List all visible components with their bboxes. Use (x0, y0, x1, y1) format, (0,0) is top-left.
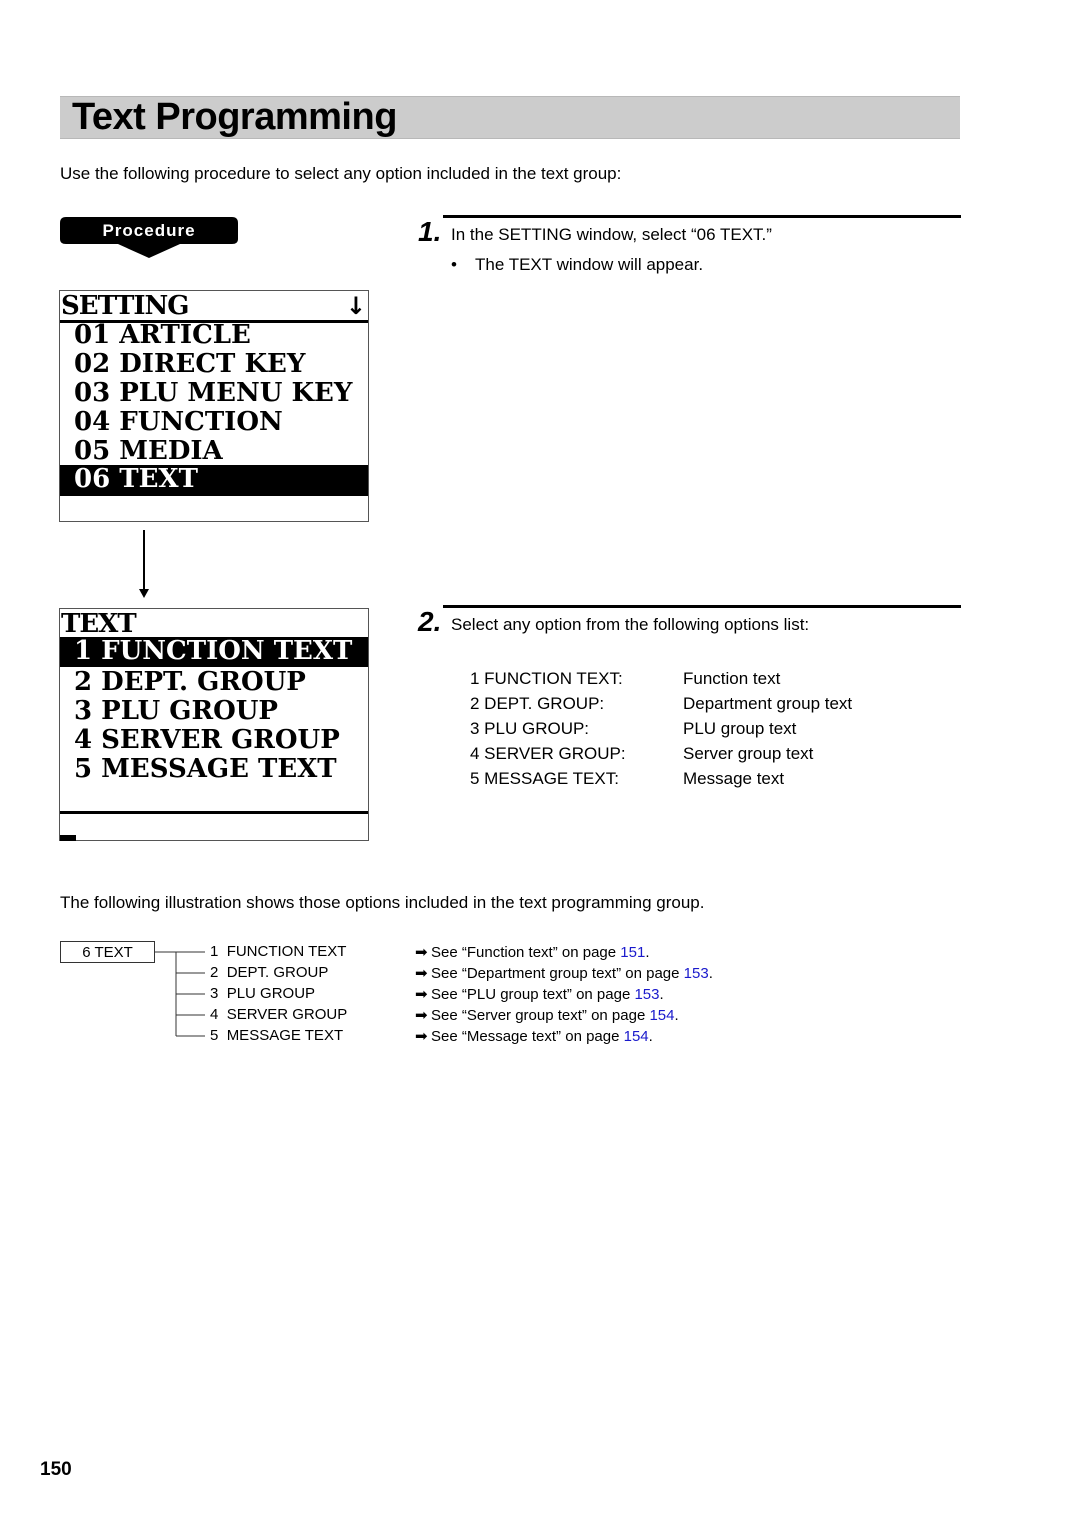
options-list: 1 FUNCTION TEXT: Function text 2 DEPT. G… (470, 669, 950, 799)
reference-plu-group: ➡ See “PLU group text” on page 153. (415, 985, 664, 1003)
tree-item-num: 5 (210, 1027, 219, 1044)
page-link[interactable]: 153 (634, 986, 659, 1003)
setting-item-article[interactable]: 01 ARTICLE (60, 321, 368, 350)
tree-item-server-group: 4 SERVER GROUP (210, 1006, 347, 1023)
reference-suffix: . (645, 944, 650, 961)
tree-item-num: 3 (210, 985, 219, 1002)
setting-item-direct-key[interactable]: 02 DIRECT KEY (60, 350, 368, 379)
tree-root: 6 TEXT (60, 941, 155, 963)
tree-item-num: 1 (210, 943, 219, 960)
option-desc: Department group text (683, 694, 853, 713)
option-desc: PLU group text (683, 719, 797, 738)
step1-text: In the SETTING window, select “06 TEXT.” (451, 225, 772, 244)
page-title: Text Programming (72, 96, 397, 138)
right-arrow-icon: ➡ (415, 944, 428, 961)
tree-item-label: PLU GROUP (226, 985, 316, 1002)
option-key: 2 DEPT. GROUP: (470, 694, 605, 713)
step1-bullet: • (451, 255, 457, 274)
page-link[interactable]: 154 (649, 1007, 674, 1024)
setting-item-plu-menu-key[interactable]: 03 PLU MENU KEY (60, 379, 368, 408)
reference-message-text: ➡ See “Message text” on page 154. (415, 1027, 653, 1045)
step2-rule (443, 605, 961, 608)
text-item-message-text[interactable]: 5 MESSAGE TEXT (60, 755, 368, 784)
setting-item-text[interactable]: 06 TEXT (60, 465, 368, 496)
setting-screen: SETTING ↓ 01 ARTICLE 02 DIRECT KEY 03 PL… (59, 290, 369, 522)
reference-server-group: ➡ See “Server group text” on page 154. (415, 1006, 679, 1024)
tree-connector-lines (155, 951, 205, 1037)
input-line-divider (60, 811, 368, 814)
reference-text: See “Department group text” on page (431, 965, 684, 982)
reference-suffix: . (708, 965, 713, 982)
down-arrow-icon: ↓ (345, 292, 366, 320)
tree-item-plu-group: 3 PLU GROUP (210, 985, 315, 1002)
option-key: 5 MESSAGE TEXT: (470, 769, 619, 788)
procedure-badge: Procedure (60, 217, 238, 259)
step2-text: Select any option from the following opt… (451, 615, 810, 634)
tree-item-num: 2 (210, 964, 219, 981)
tree-item-label: FUNCTION TEXT (226, 943, 347, 960)
reference-text: See “Server group text” on page (431, 1007, 650, 1024)
option-desc: Message text (683, 769, 785, 788)
reference-suffix: . (659, 986, 664, 1003)
reference-text: See “Message text” on page (431, 1028, 624, 1045)
text-item-server-group[interactable]: 4 SERVER GROUP (60, 726, 368, 755)
cursor-block (60, 835, 76, 841)
reference-text: See “PLU group text” on page (431, 986, 635, 1003)
right-arrow-icon: ➡ (415, 1007, 428, 1024)
right-arrow-icon: ➡ (415, 965, 428, 982)
setting-item-function[interactable]: 04 FUNCTION (60, 408, 368, 437)
option-key: 3 PLU GROUP: (470, 719, 590, 738)
reference-dept-group: ➡ See “Department group text” on page 153… (415, 964, 713, 982)
reference-suffix: . (674, 1007, 679, 1024)
option-desc: Server group text (683, 744, 814, 763)
page-link[interactable]: 154 (624, 1028, 649, 1045)
text-item-dept-group[interactable]: 2 DEPT. GROUP (60, 668, 368, 697)
title-bar: Text Programming (60, 96, 960, 139)
setting-title-text: SETTING (61, 291, 189, 321)
tree-item-label: MESSAGE TEXT (226, 1027, 344, 1044)
flow-down-arrow-icon (139, 530, 149, 598)
step1-number: 1. (418, 216, 442, 247)
reference-suffix: . (648, 1028, 653, 1045)
intro-text: Use the following procedure to select an… (60, 164, 622, 183)
right-arrow-icon: ➡ (415, 986, 428, 1003)
page-link[interactable]: 151 (620, 944, 645, 961)
text-screen-title: TEXT (60, 609, 368, 639)
tree-item-label: DEPT. GROUP (226, 964, 329, 981)
tree-item-num: 4 (210, 1006, 219, 1023)
reference-text: See “Function text” on page (431, 944, 621, 961)
right-arrow-icon: ➡ (415, 1028, 428, 1045)
tree-item-function-text: 1 FUNCTION TEXT (210, 943, 346, 960)
text-title-text: TEXT (61, 609, 137, 639)
page-link[interactable]: 153 (684, 965, 709, 982)
page-number: 150 (40, 1459, 72, 1480)
text-item-plu-group[interactable]: 3 PLU GROUP (60, 697, 368, 726)
illustration-text: The following illustration shows those o… (60, 893, 705, 912)
tree-item-message-text: 5 MESSAGE TEXT (210, 1027, 343, 1044)
setting-item-media[interactable]: 05 MEDIA (60, 437, 368, 466)
option-key: 4 SERVER GROUP: (470, 744, 626, 763)
tree-item-dept-group: 2 DEPT. GROUP (210, 964, 328, 981)
option-key: 1 FUNCTION TEXT: (470, 669, 623, 688)
setting-screen-title: SETTING ↓ (60, 291, 368, 323)
text-screen: TEXT 1 FUNCTION TEXT 2 DEPT. GROUP 3 PLU… (59, 608, 369, 841)
procedure-label: Procedure (102, 221, 196, 240)
step1-rule (443, 215, 961, 218)
text-item-function-text[interactable]: 1 FUNCTION TEXT (60, 637, 368, 667)
reference-function-text: ➡ See “Function text” on page 151. (415, 943, 649, 961)
option-desc: Function text (683, 669, 781, 688)
step2-number: 2. (418, 606, 442, 637)
tree-item-label: SERVER GROUP (226, 1006, 348, 1023)
step1-note: The TEXT window will appear. (475, 255, 704, 274)
